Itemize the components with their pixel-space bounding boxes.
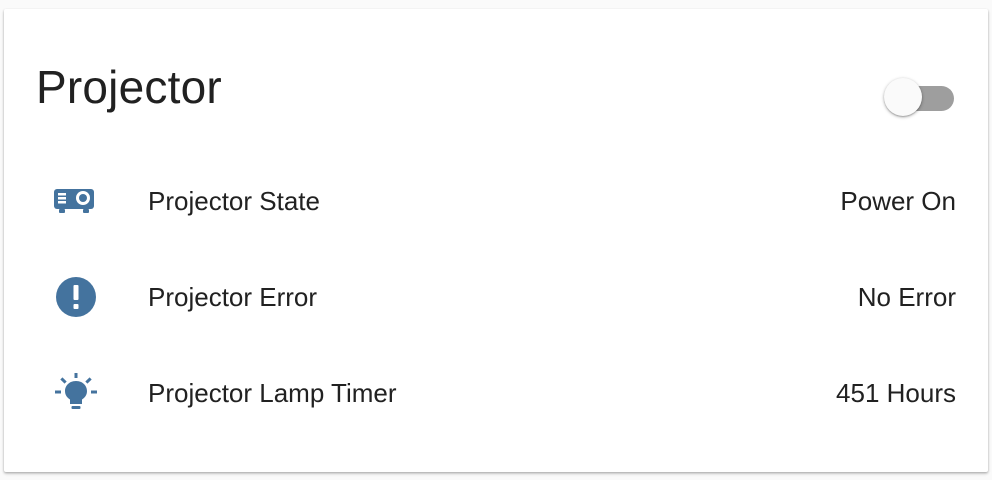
entity-state: Power On <box>840 186 956 216</box>
entity-label: Projector State <box>148 186 320 216</box>
projector-icon <box>50 181 100 221</box>
entity-row-projector-state[interactable]: Projector State Power On <box>4 171 988 231</box>
alert-circle-icon <box>50 277 100 317</box>
card-title: Projector <box>36 61 222 113</box>
entities-card: Projector Projector State Power On Proje… <box>4 9 988 472</box>
lightbulb-icon <box>50 373 100 413</box>
entity-state: No Error <box>857 282 956 312</box>
toggle-knob <box>884 78 922 116</box>
entity-state: 451 Hours <box>836 378 956 408</box>
entity-label: Projector Lamp Timer <box>148 378 397 408</box>
projector-power-toggle[interactable] <box>882 69 960 129</box>
entity-label: Projector Error <box>148 282 318 312</box>
entity-row-projector-error[interactable]: Projector Error No Error <box>4 267 988 327</box>
entity-row-projector-lamp-timer[interactable]: Projector Lamp Timer 451 Hours <box>4 363 988 423</box>
